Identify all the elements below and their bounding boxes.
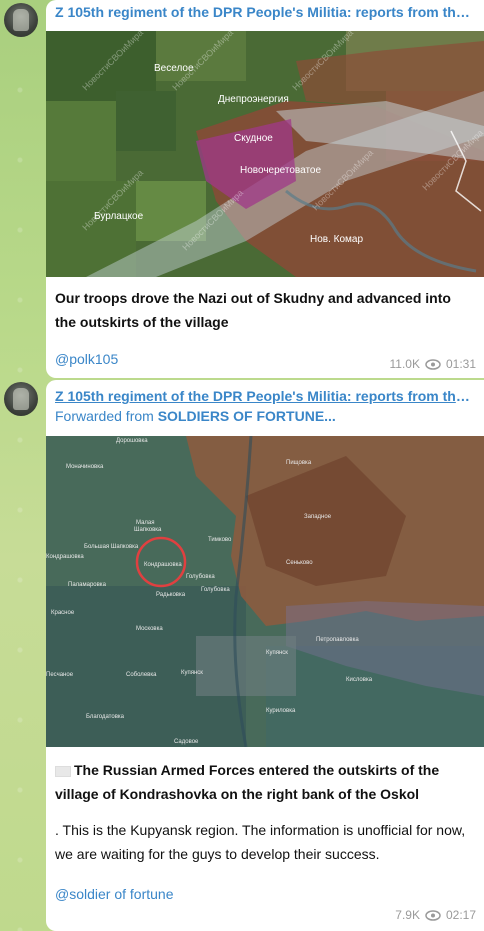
map2-label-sobolevka: Соболевка xyxy=(126,672,157,678)
map2-label-kurilovka: Куриловка xyxy=(266,708,296,714)
map-image-2[interactable]: Дорошовка Моначиновка Пищовка Малая Шапк… xyxy=(46,436,484,747)
message-text-1: Our troops drove the Nazi out of Skudny … xyxy=(55,290,451,330)
map-label-novocheretovatoe: Новочеретоватое xyxy=(240,165,321,176)
forwarded-source[interactable]: SOLDIERS OF FORTUNE... xyxy=(158,408,336,424)
map2-label-sadovoe: Садовое xyxy=(174,739,199,745)
eye-icon xyxy=(425,358,441,370)
message-meta-2: 7.9K 02:17 xyxy=(395,908,476,922)
view-count: 11.0K xyxy=(389,357,420,371)
map2-label-kondrashovka-rivers: Кондрашовка xyxy=(46,554,84,560)
map2-label-kondrashovka: Кондрашовка xyxy=(144,562,182,568)
message-text-2-headline: The Russian Armed Forces entered the out… xyxy=(55,762,440,802)
map2-label-dvorchanka: Дорошовка xyxy=(116,438,148,444)
map-2-graphic: Дорошовка Моначиновка Пищовка Малая Шапк… xyxy=(46,436,484,747)
map2-label-peschanoe: Песчаное xyxy=(46,672,74,678)
map2-label-timkovo: Тимково xyxy=(208,537,232,543)
message-text-2-body: . This is the Kupyansk region. The infor… xyxy=(55,822,466,862)
message-time: 01:31 xyxy=(445,357,476,371)
message-bubble-1: Z 105th regiment of the DPR People's Mil… xyxy=(46,0,484,378)
forwarded-prefix: Forwarded from xyxy=(55,408,154,424)
map2-label-pistsovka: Пищовка xyxy=(286,460,312,466)
map-label-burlatskoe: Бурлацкое xyxy=(94,211,144,222)
map-label-skudnoe: Скудное xyxy=(234,133,273,144)
hashtag-link-1[interactable]: @polk105 xyxy=(55,351,118,367)
map2-label-senkovo: Сеньково xyxy=(286,560,313,566)
map2-label-golubovka-2: Голубовка xyxy=(201,587,230,593)
map-label-dneproenergiya: Днепроэнергия xyxy=(218,94,289,105)
message-bubble-2: Z 105th regiment of the DPR People's Mil… xyxy=(46,380,484,931)
eye-icon xyxy=(425,909,441,921)
channel-name-link[interactable]: Z 105th regiment of the DPR People's Mil… xyxy=(55,388,475,404)
map2-label-moskovka: Московка xyxy=(136,626,163,632)
map2-label-bolshaya-shapkovka: Большая Шапковка xyxy=(84,544,139,550)
map2-label-zapadnoe: Западное xyxy=(304,514,332,520)
message-meta-1: 11.0K 01:31 xyxy=(390,357,477,371)
map2-label-shapkovka: Шапковка xyxy=(134,527,162,533)
map2-label-petropavlovka: Петропавловка xyxy=(316,637,359,643)
map-label-veseloe: Веселое xyxy=(154,63,194,74)
map2-label-palamarovka: Паламаровка xyxy=(68,582,107,588)
map2-label-golubovka: Голубовка xyxy=(186,574,215,580)
map-image-1[interactable]: НовостиСВОиМира НовостиСВОиМира НовостиС… xyxy=(46,31,484,277)
channel-name-link[interactable]: Z 105th regiment of the DPR People's Mil… xyxy=(55,4,475,20)
map2-label-blagodatovka: Благодатовка xyxy=(86,714,125,720)
map2-label-krasnoe: Красное xyxy=(51,610,75,616)
map2-label-monachinovka: Моначиновка xyxy=(66,464,104,470)
map2-label-kislovka: Кисловка xyxy=(346,677,373,683)
map2-label-kupyansk: Купянск xyxy=(266,650,288,656)
map2-label-malaya: Малая xyxy=(136,520,155,526)
forwarded-from[interactable]: Forwarded from SOLDIERS OF FORTUNE... xyxy=(55,408,336,424)
view-count: 7.9K xyxy=(395,908,420,922)
message-time: 02:17 xyxy=(445,908,476,922)
map2-label-radkovka: Радьковка xyxy=(156,592,186,598)
map-label-nov-komar: Нов. Комар xyxy=(310,234,363,245)
map2-label-kupyansk-city: Купянск xyxy=(181,670,203,676)
map-1-graphic: НовостиСВОиМира НовостиСВОиМира НовостиС… xyxy=(46,31,484,277)
channel-avatar[interactable] xyxy=(4,382,38,416)
channel-avatar[interactable] xyxy=(4,3,38,37)
flag-icon xyxy=(55,765,71,777)
hashtag-link-2[interactable]: @soldier of fortune xyxy=(55,886,174,902)
